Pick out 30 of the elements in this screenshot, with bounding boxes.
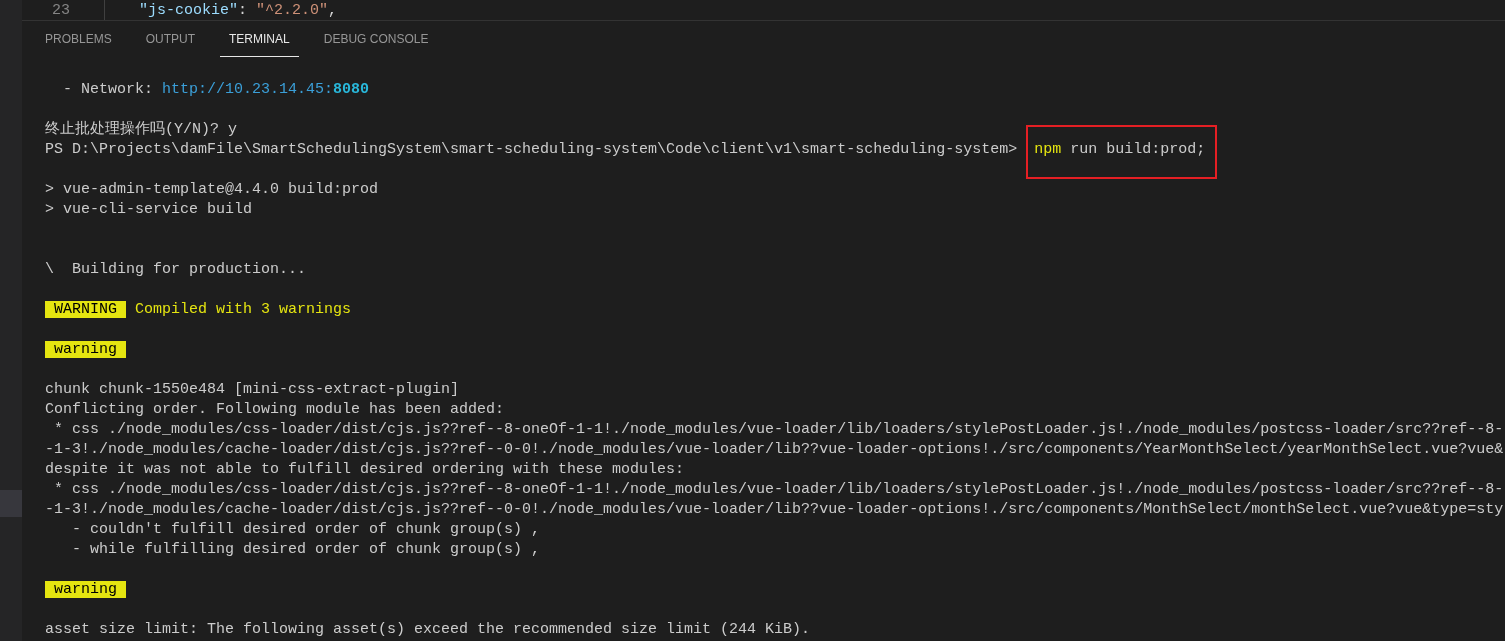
terminal-line: -1-3!./node_modules/cache-loader/dist/cjs.js??ref--0-0!./node_modules/vue-loader/lib??vue-loader-options!./src/components/MonthSelect/monthSelect.vue?vue&type=sty [45,501,1504,518]
terminal-line: Conflicting order. Following module has been added: [45,401,505,418]
panel-tab[interactable]: DEBUG CONSOLE [314,21,438,57]
terminal-line: - couldn't fulfill desired order of chunk group(s) , [71,521,541,538]
terminal-line: > vue-cli-service build [45,201,253,218]
warning-badge: WARNING [45,301,126,318]
sidebar-selection [0,490,22,517]
terminal-line: asset size limit: The following asset(s) exceed the recommended size limit (244 KiB). [45,621,811,638]
terminal-line: chunk chunk-1550e484 [mini-css-extract-plugin] [45,381,460,398]
warning-badge: warning [45,581,126,598]
panel-tab[interactable]: TERMINAL [220,21,299,57]
network-line: - Network: http://10.23.14.45:8080 [62,81,370,98]
highlighted-command: npm run build:prod; [1026,125,1218,179]
line-number: 23 [51,1,70,19]
terminal-line: -1-3!./node_modules/cache-loader/dist/cjs.js??ref--0-0!./node_modules/vue-loader/lib??vue-loader-options!./src/components/YearMonthSelect/yearMonthSelect.vue?vue& [45,441,1504,458]
panel-tab[interactable]: OUTPUT [136,21,205,57]
terminal-line: - while fulfilling desired order of chunk group(s) , [71,541,541,558]
terminal-line: despite it was not able to fulfill desired ordering with these modules: [45,461,685,478]
terminal-line: * css ./node_modules/css-loader/dist/cjs.js??ref--8-oneOf-1-1!./node_modules/vue-loader/lib/loaders/stylePostLoader.js!./node_modules/postcss-loader/src??ref--8- [53,481,1504,498]
terminal-line: > vue-admin-template@4.4.0 build:prod [45,181,379,198]
terminal-line: 终止批处理操作吗(Y/N)? y [45,121,237,138]
code-line: "js-cookie": "^2.2.0", [139,1,338,19]
warning-message: Compiled with 3 warnings [135,301,352,318]
warning-badge: warning [45,341,126,358]
terminal-line: * css ./node_modules/css-loader/dist/cjs.js??ref--8-oneOf-1-1!./node_modules/vue-loader/lib/loaders/stylePostLoader.js!./node_modules/postcss-loader/src??ref--8- [53,421,1504,438]
url-link[interactable]: http://10.23.14.45:8080 [162,81,370,98]
panel-tab[interactable]: PROBLEMS [36,21,121,57]
prompt-path: PS D:\Projects\damFile\SmartSchedulingSystem\smart-scheduling-system\Code\client\v1\smart-scheduling-system> [45,141,1019,158]
spinner-glyph: \ [45,261,54,278]
terminal-line: Building for production... [71,261,307,278]
